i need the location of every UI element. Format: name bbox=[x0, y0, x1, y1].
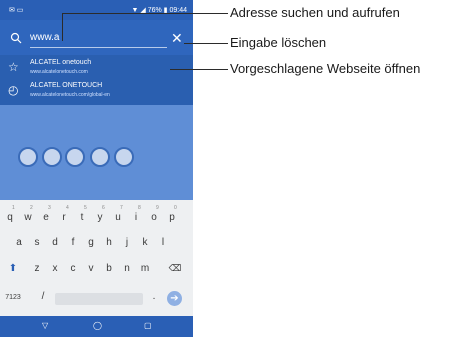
key-e[interactable]: e bbox=[38, 212, 54, 223]
recent-apps-icon[interactable]: ▢ bbox=[144, 322, 152, 330]
keyboard-row-2: a s d f g h j k l bbox=[0, 237, 193, 259]
watch-image bbox=[65, 147, 85, 167]
keyboard-row-1: q w e r t y u i o p bbox=[0, 212, 193, 234]
callout-line-2 bbox=[184, 43, 228, 44]
key-number: 8 bbox=[138, 205, 141, 211]
key-p[interactable]: p bbox=[164, 212, 180, 223]
key-i[interactable]: i bbox=[128, 212, 144, 223]
key-o[interactable]: o bbox=[146, 212, 162, 223]
watch-image bbox=[90, 147, 110, 167]
key-number: 5 bbox=[84, 205, 87, 211]
callout-line-1 bbox=[62, 13, 228, 14]
key-x[interactable]: x bbox=[47, 263, 63, 274]
suggestion-item[interactable]: ☆ ALCATEL onetouch www.alcatelonetouch.c… bbox=[0, 57, 193, 79]
search-input[interactable]: www.a bbox=[30, 32, 59, 43]
home-icon[interactable]: ◯ bbox=[93, 322, 102, 330]
notification-icons: ✉ ▭ bbox=[9, 7, 24, 14]
key-slash[interactable]: / bbox=[35, 291, 51, 302]
key-t[interactable]: t bbox=[74, 212, 90, 223]
suggestion-item[interactable]: ◴ ALCATEL ONETOUCH www.alcatelonetouch.c… bbox=[0, 80, 193, 102]
suggestion-title: ALCATEL ONETOUCH bbox=[30, 82, 103, 89]
key-f[interactable]: f bbox=[65, 237, 81, 248]
key-a[interactable]: a bbox=[11, 237, 27, 248]
callout-line-1-vertical bbox=[62, 13, 63, 41]
watch-image bbox=[114, 147, 134, 167]
back-icon[interactable]: ▽ bbox=[42, 322, 48, 330]
key-w[interactable]: w bbox=[20, 212, 36, 223]
key-period[interactable]: . bbox=[146, 291, 162, 302]
status-bar: ✉ ▭ ▼ ◢ 76% ▮ 09:44 bbox=[0, 0, 193, 20]
key-number: 7 bbox=[120, 205, 123, 211]
keyboard-row-4: 7123 / . ➔ bbox=[0, 291, 193, 313]
shift-key[interactable]: ⬆ bbox=[5, 263, 21, 274]
suggestion-list: ☆ ALCATEL onetouch www.alcatelonetouch.c… bbox=[0, 55, 193, 105]
suggestion-title: ALCATEL onetouch bbox=[30, 59, 92, 66]
key-number: 6 bbox=[102, 205, 105, 211]
keyboard: 1 2 3 4 5 6 7 8 9 0 q w e r t y u i o p … bbox=[0, 200, 193, 316]
key-y[interactable]: y bbox=[92, 212, 108, 223]
key-n[interactable]: n bbox=[119, 263, 135, 274]
navigation-bar: ▽ ◯ ▢ bbox=[0, 316, 193, 337]
key-u[interactable]: u bbox=[110, 212, 126, 223]
key-b[interactable]: b bbox=[101, 263, 117, 274]
space-bar[interactable] bbox=[55, 293, 143, 305]
key-r[interactable]: r bbox=[56, 212, 72, 223]
key-d[interactable]: d bbox=[47, 237, 63, 248]
watch-image bbox=[18, 147, 38, 167]
key-j[interactable]: j bbox=[119, 237, 135, 248]
search-bar: www.a ✕ bbox=[0, 20, 193, 55]
key-c[interactable]: c bbox=[65, 263, 81, 274]
close-icon[interactable]: ✕ bbox=[171, 31, 183, 45]
phone-screen: ✉ ▭ ▼ ◢ 76% ▮ 09:44 www.a ✕ ☆ ALCATEL on… bbox=[0, 0, 193, 337]
key-h[interactable]: h bbox=[101, 237, 117, 248]
callout-search: Adresse suchen und aufrufen bbox=[230, 5, 400, 20]
key-z[interactable]: z bbox=[29, 263, 45, 274]
key-number: 2 bbox=[30, 205, 33, 211]
key-number: 1 bbox=[12, 205, 15, 211]
key-k[interactable]: k bbox=[137, 237, 153, 248]
callout-clear: Eingabe löschen bbox=[230, 35, 327, 50]
key-v[interactable]: v bbox=[83, 263, 99, 274]
callout-suggested: Vorgeschlagene Webseite öffnen bbox=[230, 61, 421, 76]
search-icon[interactable] bbox=[10, 31, 22, 49]
backspace-icon[interactable]: ⌫ bbox=[167, 263, 183, 274]
suggestion-url: www.alcatelonetouch.com bbox=[30, 69, 88, 75]
star-icon: ☆ bbox=[8, 60, 19, 74]
go-button[interactable]: ➔ bbox=[167, 291, 182, 306]
symbols-key[interactable]: 7123 bbox=[2, 294, 24, 301]
suggestion-url: www.alcatelonetouch.com/global-en bbox=[30, 92, 110, 98]
key-m[interactable]: m bbox=[137, 263, 153, 274]
watch-image bbox=[42, 147, 62, 167]
key-number: 4 bbox=[66, 205, 69, 211]
key-number: 0 bbox=[174, 205, 177, 211]
callout-line-3 bbox=[170, 69, 228, 70]
key-l[interactable]: l bbox=[155, 237, 171, 248]
key-g[interactable]: g bbox=[83, 237, 99, 248]
key-number: 3 bbox=[48, 205, 51, 211]
search-underline bbox=[30, 47, 167, 48]
key-s[interactable]: s bbox=[29, 237, 45, 248]
keyboard-row-3: ⬆ z x c v b n m ⌫ bbox=[0, 263, 193, 285]
key-q[interactable]: q bbox=[2, 212, 18, 223]
key-number: 9 bbox=[156, 205, 159, 211]
history-icon: ◴ bbox=[8, 83, 19, 97]
